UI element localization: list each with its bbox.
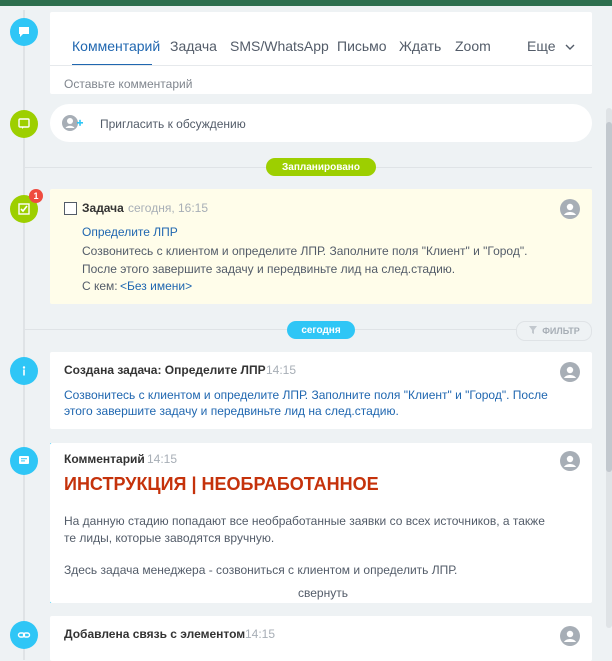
task-checkbox[interactable] (64, 202, 77, 215)
comment-paragraph1-line1: На данную стадию попадают все необработа… (64, 514, 545, 528)
event-link-line2[interactable]: этого завершите задачу и передвиньте лид… (64, 404, 399, 418)
task-description-line1: Созвонитесь с клиентом и определите ЛПР.… (82, 244, 528, 258)
user-avatar-icon (564, 203, 576, 215)
composer-tabs: Комментарий Задача SMS/WhatsApp Письмо Ж… (50, 12, 592, 65)
event-link-line1[interactable]: Созвонитесь с клиентом и определите ЛПР.… (64, 388, 548, 402)
event-comment-icon (10, 447, 38, 475)
task-name-link[interactable]: Определите ЛПР (82, 225, 178, 239)
timeline-line (23, 10, 25, 660)
task-avatar[interactable] (560, 199, 580, 219)
task-card: Задача сегодня, 16:15 Определите ЛПР Соз… (50, 189, 592, 304)
task-with-label: С кем: (82, 279, 118, 293)
chevron-down-icon (565, 39, 575, 55)
event-avatar[interactable] (560, 362, 580, 382)
tab-task[interactable]: Задача (170, 38, 217, 54)
user-avatar-icon (564, 366, 576, 378)
more-tabs-button[interactable]: Еще (527, 38, 575, 55)
comment-icon (19, 456, 29, 464)
top-border (0, 0, 612, 6)
link-event-avatar[interactable] (560, 626, 580, 646)
chat-icon (19, 27, 29, 37)
invite-label: Пригласить к обсуждению (100, 117, 246, 131)
tab-email[interactable]: Письмо (337, 38, 387, 54)
filter-label: ФИЛЬТР (542, 326, 580, 336)
filter-button[interactable]: ФИЛЬТР (516, 321, 592, 341)
task-description-line2: После этого завершите задачу и передвинь… (82, 262, 456, 276)
event-link-icon (10, 621, 38, 649)
event-card-link: Добавлена связь с элементом 14:15 (50, 616, 592, 661)
invite-row-icon (10, 110, 38, 138)
task-icon: 1 (10, 189, 43, 223)
comment-paragraph1-line2: те лиды, которые заводятся вручную. (64, 531, 275, 545)
user-avatar-icon (564, 630, 576, 642)
task-badge: 1 (29, 189, 43, 203)
chat-bubble-icon (18, 118, 30, 129)
more-tabs-label: Еще (527, 38, 556, 54)
checkbox-task-icon (18, 203, 30, 215)
comment-time: 14:15 (147, 452, 178, 466)
link-event-title: Добавлена связь с элементом (64, 627, 246, 641)
composer-panel: Комментарий Задача SMS/WhatsApp Письмо Ж… (50, 12, 592, 94)
task-title: Задача (82, 201, 124, 215)
event-title: Создана задача: Определите ЛПР (64, 363, 266, 377)
comment-placeholder[interactable]: Оставьте комментарий (64, 77, 192, 91)
comment-headline: ИНСТРУКЦИЯ | НЕОБРАБОТАННОЕ (64, 474, 379, 494)
tab-wait[interactable]: Ждать (399, 38, 441, 54)
event-time: 14:15 (266, 363, 297, 377)
event-card-comment: Комментарий 14:15 ИНСТРУКЦИЯ | НЕОБРАБОТ… (50, 443, 592, 603)
comment-avatar[interactable] (560, 451, 580, 471)
user-avatar-icon (564, 455, 576, 467)
collapse-comment-button[interactable]: свернуть (298, 586, 348, 600)
event-created-task-icon (10, 357, 38, 385)
task-time: сегодня, 16:15 (128, 201, 209, 215)
invite-user-icon (62, 114, 84, 132)
scrollbar-thumb[interactable] (606, 122, 612, 472)
tab-sms-whatsapp[interactable]: SMS/WhatsApp (230, 38, 329, 54)
comment-title: Комментарий (64, 452, 145, 466)
composer-divider (50, 65, 592, 66)
link-event-time: 14:15 (245, 627, 276, 641)
today-pill: сегодня (287, 321, 355, 339)
tab-zoom[interactable]: Zoom (455, 38, 491, 54)
info-icon (22, 366, 26, 376)
invite-to-discussion[interactable]: Пригласить к обсуждению (50, 104, 592, 142)
task-with-link[interactable]: <Без имени> (120, 279, 192, 293)
comment-paragraph2: Здесь задача менеджера - созвониться с к… (64, 563, 458, 577)
link-icon (17, 632, 31, 638)
filter-icon (528, 325, 538, 337)
event-card-created-task: Создана задача: Определите ЛПР 14:15 Соз… (50, 352, 592, 429)
composer-icon (10, 18, 38, 46)
tab-comment[interactable]: Комментарий (72, 38, 160, 54)
planned-pill: Запланировано (266, 158, 376, 176)
